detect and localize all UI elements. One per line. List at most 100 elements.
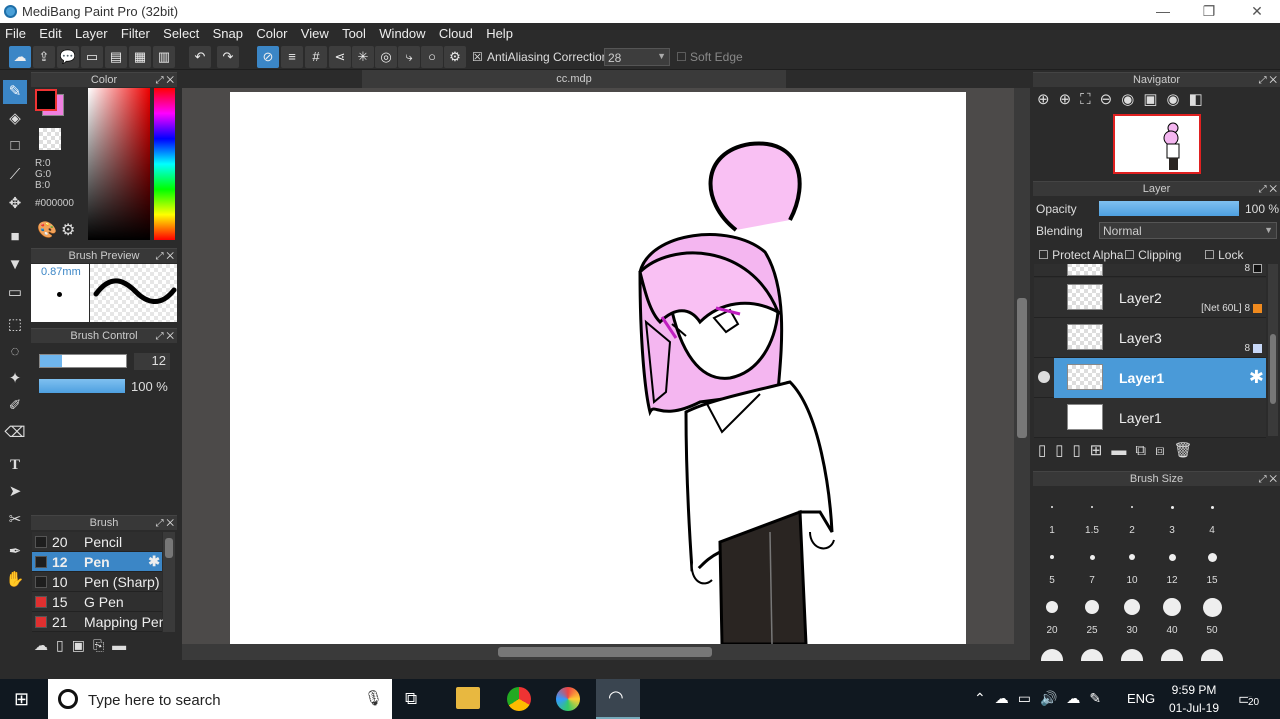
panel-close-icon[interactable]: ⤢ ✕ — [1259, 182, 1277, 197]
close-button[interactable]: ✕ — [1242, 2, 1272, 20]
brush-size-dot[interactable] — [1089, 554, 1095, 560]
upload-icon[interactable]: ⇪ — [33, 46, 55, 68]
rotate-left-icon[interactable]: ◉ — [1121, 91, 1143, 108]
menu-edit[interactable]: Edit — [34, 23, 66, 41]
magic-wand-tool-icon[interactable]: ✦ — [3, 367, 27, 391]
new-1bit-layer-icon[interactable]: ▯ — [1073, 442, 1090, 459]
duplicate-layer-icon[interactable]: ⧉ — [1135, 442, 1155, 459]
taskbar-search-box[interactable]: Type here to search 🎙 — [48, 679, 392, 719]
panel-close-icon[interactable]: ⤢ ✕ — [1259, 73, 1277, 88]
select-eraser-tool-icon[interactable]: ⌫ — [3, 421, 27, 445]
delete-layer-icon[interactable]: 🗑 — [1174, 442, 1202, 459]
divide-tool-icon[interactable]: ✂ — [3, 508, 27, 532]
microphone-icon[interactable]: 🎙 — [364, 689, 383, 707]
brush-size-dot[interactable] — [1046, 601, 1058, 613]
menu-snap[interactable]: Snap — [208, 23, 248, 41]
radial-snap-icon[interactable]: ✳ — [352, 46, 374, 68]
lock-checkbox[interactable]: ☐ Lock — [1204, 248, 1243, 262]
brush-size-dot[interactable] — [1210, 505, 1214, 509]
brush-item[interactable]: 15 G Pen — [32, 592, 162, 612]
chrome-icon[interactable] — [507, 687, 531, 711]
folder-icon[interactable]: ▬ — [112, 637, 134, 653]
brush-size-dot[interactable] — [1163, 598, 1181, 616]
transparent-color-swatch[interactable] — [39, 128, 61, 150]
soft-edge-checkbox[interactable]: ☐ — [676, 50, 687, 64]
zoom-out-icon[interactable]: ⊖ — [1100, 91, 1122, 108]
palette-icon[interactable]: 🎨 — [37, 220, 57, 240]
menu-filter[interactable]: Filter — [116, 23, 155, 41]
canvas-horizontal-scrollbar[interactable] — [182, 644, 1030, 660]
clock-date[interactable]: 01-Jul-19 — [1166, 701, 1222, 715]
panel-close-icon[interactable]: ⤢ ✕ — [156, 249, 174, 264]
layer-list-scrollbar[interactable] — [1268, 264, 1278, 436]
cloud-icon[interactable]: ☁ — [9, 46, 31, 68]
folder-icon[interactable]: ▬ — [1111, 442, 1135, 459]
layer-row[interactable]: Layer2 [Net 60L] 8 — [1034, 278, 1266, 318]
brush-item[interactable]: 20 Pencil — [32, 532, 162, 552]
hand-tool-icon[interactable]: ✋ — [3, 568, 27, 592]
zoom-in-icon[interactable]: ⊕ — [1059, 91, 1081, 108]
brush-item[interactable]: 10 Pen (Sharp) — [32, 572, 162, 592]
cloud-brush-icon[interactable]: ☁ — [34, 637, 56, 653]
comment-icon[interactable]: 💬 — [57, 46, 79, 68]
brush-copy-icon[interactable]: ⎘ — [93, 637, 112, 653]
restore-button[interactable]: ❐ — [1194, 2, 1224, 20]
flip-icon[interactable]: ◧ — [1189, 91, 1212, 108]
brush-opacity-slider[interactable] — [39, 379, 125, 393]
brush-list-scrollbar[interactable] — [163, 532, 175, 632]
menu-view[interactable]: View — [296, 23, 334, 41]
menu-tool[interactable]: Tool — [337, 23, 371, 41]
panel-close-icon[interactable]: ⤢ ✕ — [1259, 472, 1277, 487]
brush-size-dot[interactable] — [1091, 506, 1093, 508]
select-pen-tool-icon[interactable]: ✐ — [3, 394, 27, 418]
antialiasing-checkbox[interactable]: ☒ — [472, 50, 483, 64]
bucket-tool-icon[interactable]: ▼ — [3, 253, 27, 277]
perspective-snap-icon[interactable]: ⋖ — [329, 46, 351, 68]
minimize-button[interactable]: — — [1148, 2, 1178, 20]
clipping-checkbox[interactable]: ☐ Clipping — [1124, 248, 1181, 262]
menu-select[interactable]: Select — [158, 23, 204, 41]
concentric-snap-icon[interactable]: ◎ — [375, 46, 397, 68]
blending-select[interactable]: Normal ▼ — [1099, 222, 1277, 239]
brush-size-dot[interactable] — [1201, 649, 1223, 661]
add-layer-menu-icon[interactable]: ⊞ — [1090, 442, 1112, 459]
file-explorer-icon[interactable] — [456, 687, 480, 709]
saturation-value-picker[interactable] — [88, 88, 150, 240]
upload-cloud-icon[interactable]: ☁ — [1066, 690, 1089, 706]
snap-off-icon[interactable]: ⊘ — [257, 46, 279, 68]
hue-slider[interactable] — [154, 88, 175, 240]
layer-visibility-icon[interactable] — [1038, 371, 1050, 383]
layer-settings-gear-icon[interactable]: ✱ — [1249, 367, 1264, 388]
dot-tool-icon[interactable]: □ — [3, 134, 27, 158]
layer-row[interactable]: Layer3 8 — [1034, 318, 1266, 358]
brush-size-dot[interactable] — [1050, 555, 1054, 559]
zoom-fit-icon[interactable]: ⊕ — [1037, 91, 1059, 108]
eraser-tool-icon[interactable]: ◈ — [3, 107, 27, 131]
brush-size-dot[interactable] — [1041, 649, 1063, 661]
new-layer-icon[interactable]: ▯ — [1038, 442, 1055, 459]
panel-layout-icon[interactable]: ▦ — [129, 46, 151, 68]
menu-help[interactable]: Help — [481, 23, 518, 41]
grid-snap-icon[interactable]: # — [305, 46, 327, 68]
windows-start-icon[interactable]: ⊞ — [14, 689, 29, 710]
panel-close-icon[interactable]: ⤢ ✕ — [156, 329, 174, 344]
layer-row-partial[interactable]: 8 — [1034, 264, 1266, 277]
brush-size-dot[interactable] — [1124, 599, 1140, 615]
document-tab[interactable]: cc.mdp — [362, 70, 786, 88]
main-color-swatch[interactable] — [35, 89, 57, 111]
correction-select[interactable]: 28 ▼ — [604, 48, 670, 66]
shape-tool-icon[interactable]: ■ — [3, 225, 27, 249]
snap-settings-icon[interactable]: ⚙ — [444, 46, 466, 68]
brush-size-dot[interactable] — [1202, 597, 1222, 617]
brush-size-value[interactable]: 12 — [134, 353, 170, 370]
lasso-tool-icon[interactable]: ◌ — [3, 340, 27, 364]
parallel-snap-icon[interactable]: ≡ — [281, 46, 303, 68]
onedrive-icon[interactable]: ☁ — [995, 690, 1018, 706]
page-icon[interactable]: ▤ — [105, 46, 127, 68]
task-view-icon[interactable]: ⧉ — [405, 689, 417, 709]
text-tool-icon[interactable]: T — [3, 453, 27, 477]
merge-layer-icon[interactable]: ⧈ — [1155, 442, 1174, 459]
eyedropper-tool-icon[interactable]: ✒ — [3, 540, 27, 564]
curve-snap-icon[interactable]: ⤷ — [398, 46, 420, 68]
brush-size-dot[interactable] — [1051, 506, 1053, 508]
